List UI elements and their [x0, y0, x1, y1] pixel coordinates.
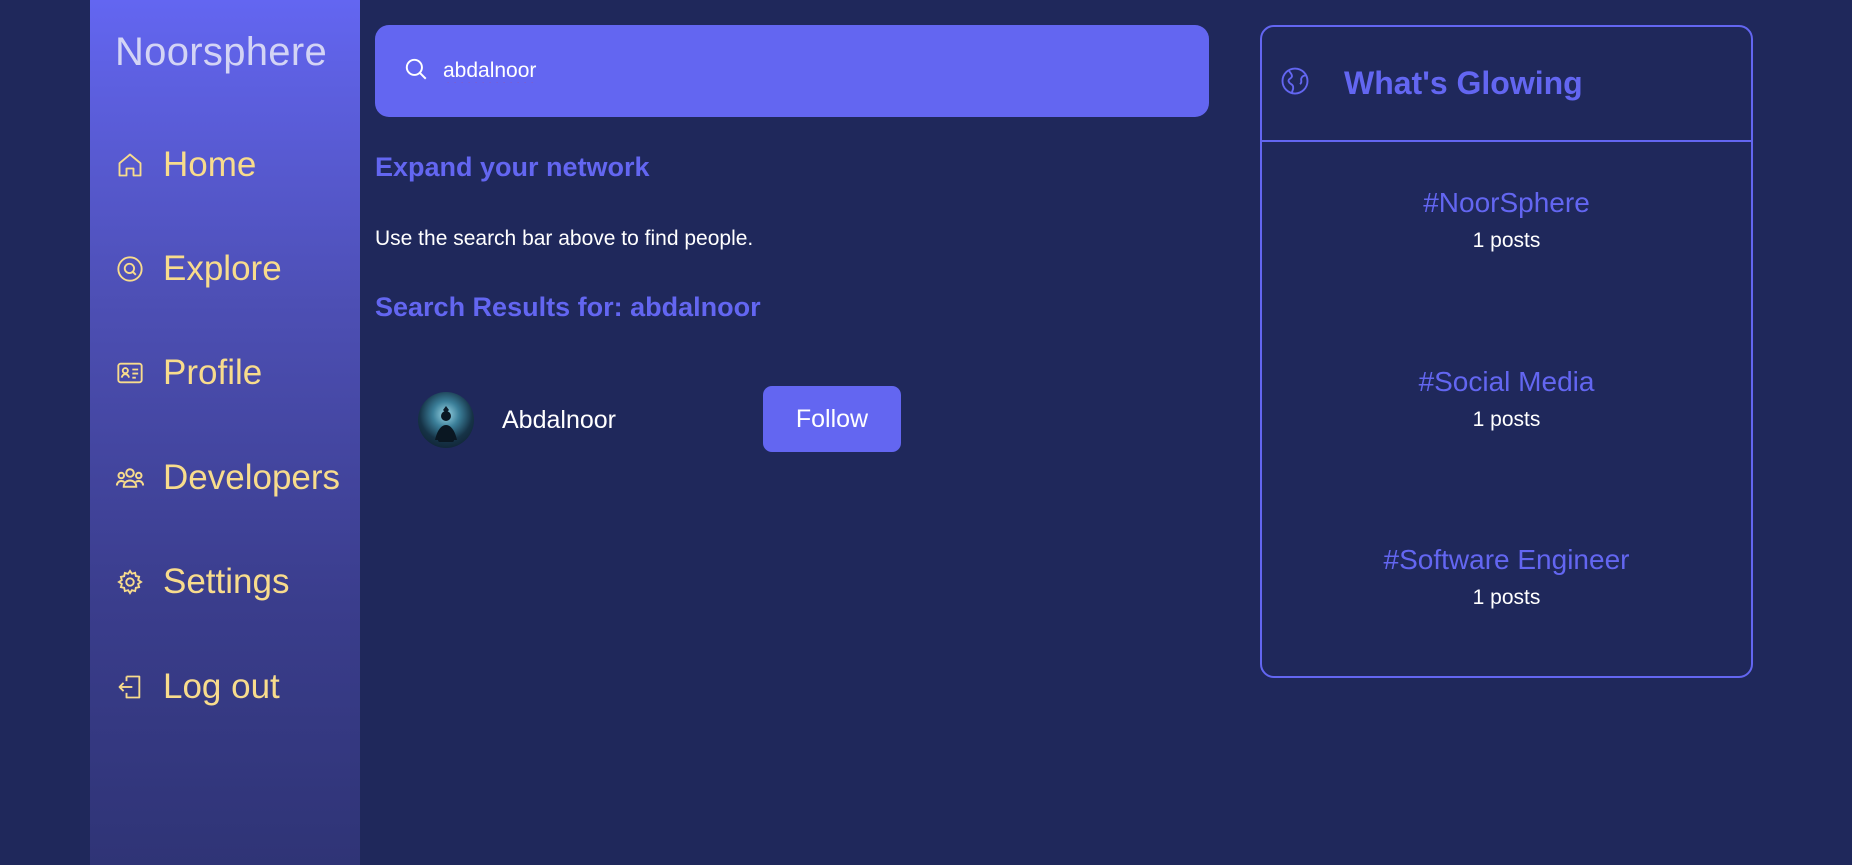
- trending-panel: What's Glowing #NoorSphere 1 posts #Soci…: [1260, 25, 1753, 678]
- trend-item[interactable]: #Social Media 1 posts: [1262, 366, 1751, 432]
- trend-tag[interactable]: #Social Media: [1262, 366, 1751, 398]
- logout-icon: [115, 672, 145, 702]
- nav-item-logout[interactable]: Log out: [115, 662, 280, 712]
- nav-label-logout: Log out: [163, 667, 280, 706]
- trend-tag[interactable]: #NoorSphere: [1262, 187, 1751, 219]
- nav-label-developers: Developers: [163, 458, 341, 497]
- trending-title: What's Glowing: [1344, 65, 1583, 101]
- trend-item[interactable]: #Software Engineer 1 posts: [1262, 544, 1751, 610]
- search-hint-text: Use the search bar above to find people.: [375, 227, 754, 250]
- nav-label-explore: Explore: [163, 249, 282, 288]
- home-icon: [115, 150, 145, 180]
- trend-tag[interactable]: #Software Engineer: [1262, 544, 1751, 576]
- result-user-name[interactable]: Abdalnoor: [502, 406, 616, 435]
- trending-header: What's Glowing: [1262, 27, 1751, 142]
- search-bar[interactable]: [375, 25, 1209, 117]
- nav-label-profile: Profile: [163, 353, 263, 392]
- search-result-item: Abdalnoor Follow: [418, 386, 903, 454]
- search-input[interactable]: [443, 59, 1143, 83]
- search-icon: [403, 56, 429, 87]
- search-results-heading: Search Results for: abdalnoor: [375, 292, 761, 322]
- globe-icon: [1280, 66, 1310, 101]
- explore-icon: [115, 254, 145, 284]
- expand-network-heading: Expand your network: [375, 152, 650, 182]
- follow-button[interactable]: Follow: [763, 386, 901, 452]
- profile-card-icon: [115, 358, 145, 388]
- trend-item[interactable]: #NoorSphere 1 posts: [1262, 187, 1751, 253]
- sidebar: Noorsphere Home Explore Profile Develope…: [90, 0, 360, 865]
- nav-item-explore[interactable]: Explore: [115, 244, 282, 294]
- avatar[interactable]: [418, 392, 474, 448]
- nav-label-home: Home: [163, 145, 257, 184]
- trend-post-count: 1 posts: [1472, 229, 1541, 252]
- trend-post-count: 1 posts: [1472, 408, 1541, 431]
- brand-logo[interactable]: Noorsphere: [115, 30, 327, 75]
- nav-item-home[interactable]: Home: [115, 140, 256, 190]
- nav-label-settings: Settings: [163, 562, 290, 601]
- nav-item-settings[interactable]: Settings: [115, 557, 289, 607]
- nav-item-profile[interactable]: Profile: [115, 348, 262, 398]
- gear-icon: [115, 567, 145, 597]
- trend-post-count: 1 posts: [1472, 586, 1541, 609]
- users-icon: [115, 463, 145, 493]
- nav-item-developers[interactable]: Developers: [115, 453, 340, 503]
